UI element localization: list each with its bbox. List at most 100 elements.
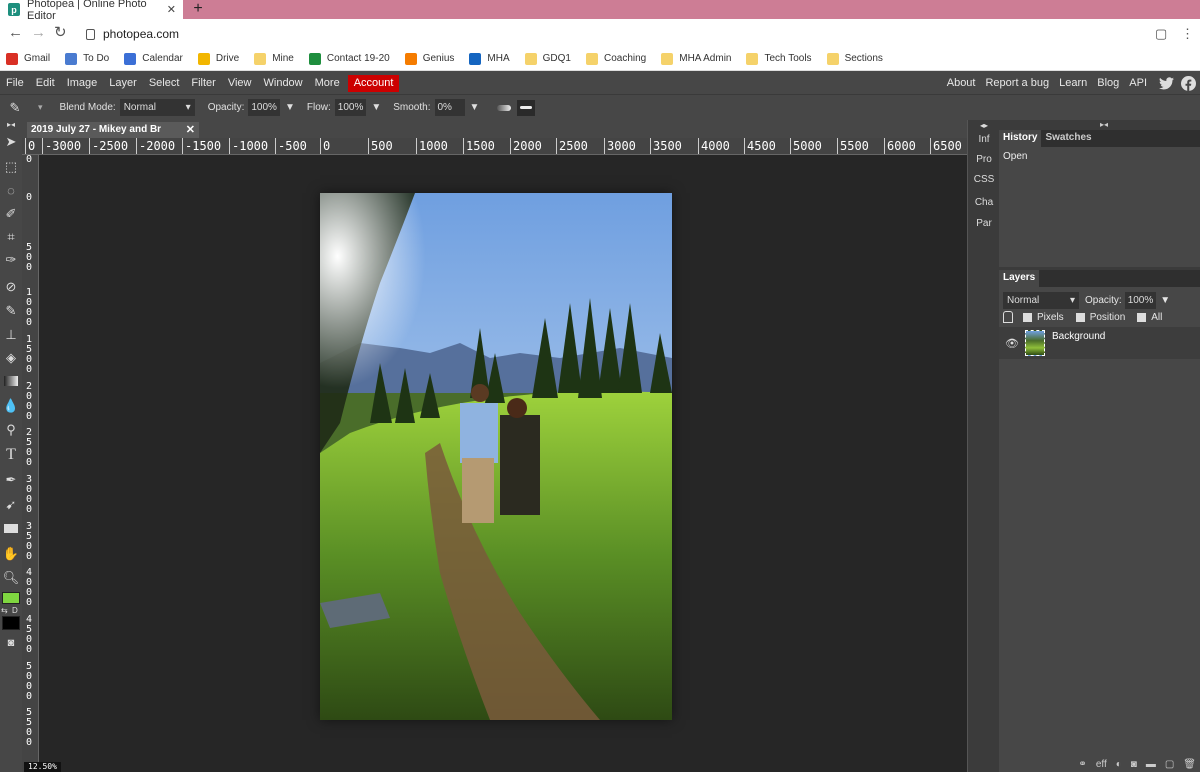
delete-layer-icon[interactable]: 🗑︎ (1183, 759, 1196, 770)
close-tab-icon[interactable]: ✕ (167, 3, 176, 16)
quick-mask-icon[interactable]: ◙ (2, 634, 20, 652)
smooth-dropdown-icon[interactable]: ▼ (470, 102, 480, 113)
stamp-tool-icon[interactable]: ⊥ (2, 326, 20, 344)
mini-panel-info[interactable]: Inf (968, 134, 1000, 145)
bookmark-coaching[interactable]: Coaching (585, 52, 646, 65)
bookmark-calendar[interactable]: Calendar (124, 52, 183, 65)
menu-api[interactable]: API (1124, 75, 1152, 92)
gradient-tool-icon[interactable] (2, 373, 20, 391)
new-group-icon[interactable]: ▬ (1146, 759, 1156, 770)
lasso-tool-icon[interactable]: ◌ (2, 182, 20, 200)
crop-tool-icon[interactable]: ⌗ (2, 228, 20, 246)
pressure-toggle-icon[interactable] (517, 99, 536, 116)
dodge-tool-icon[interactable]: ⚲ (2, 421, 20, 439)
canvas-area[interactable] (39, 155, 967, 772)
quick-select-tool-icon[interactable]: ✐ (2, 205, 20, 223)
mini-panel-character[interactable]: Cha (968, 197, 1000, 208)
background-color-swatch[interactable] (2, 616, 20, 630)
menu-blog[interactable]: Blog (1092, 75, 1124, 92)
eraser-tool-icon[interactable]: ◈ (2, 349, 20, 367)
eyedropper-tool-icon[interactable]: ✑ (2, 251, 20, 269)
collapse-right-panel-icon[interactable]: ▸◂ (1100, 120, 1108, 129)
opacity-dropdown-icon[interactable]: ▼ (285, 102, 295, 113)
close-document-icon[interactable]: ✕ (186, 122, 195, 138)
lock-pixels-checkbox[interactable] (1023, 312, 1032, 322)
menu-window[interactable]: Window (258, 75, 309, 92)
adjustment-layer-icon[interactable]: ◐ (1116, 759, 1122, 770)
bookmark-contact-19-20[interactable]: Contact 19-20 (308, 52, 390, 65)
tab-history[interactable]: History (999, 130, 1042, 147)
zoom-tool-icon[interactable]: 🔍︎ (2, 569, 20, 587)
twitter-icon[interactable] (1158, 76, 1174, 92)
visibility-eye-icon[interactable]: 👁︎ (1005, 337, 1019, 350)
bookmark-drive[interactable]: Drive (197, 52, 239, 65)
tab-swatches[interactable]: Swatches (1041, 130, 1095, 147)
layer-opacity-input[interactable]: 100% (1124, 292, 1157, 309)
foreground-color-swatch[interactable] (2, 592, 20, 604)
path-select-tool-icon[interactable]: ➹ (2, 496, 20, 514)
bookmark-gmail[interactable]: Gmail (6, 52, 50, 65)
default-colors-icon[interactable]: D (12, 606, 18, 615)
tab-layers[interactable]: Layers (999, 270, 1040, 287)
opacity-input[interactable]: 100% (248, 99, 280, 116)
bookmark-mha[interactable]: MHA (469, 52, 510, 65)
menu-more[interactable]: More (309, 75, 346, 92)
menu-select[interactable]: Select (143, 75, 186, 92)
bookmark-to-do[interactable]: To Do (65, 52, 109, 65)
menu-filter[interactable]: Filter (185, 75, 221, 92)
account-button[interactable]: Account (347, 74, 400, 92)
flow-dropdown-icon[interactable]: ▼ (371, 102, 381, 113)
facebook-icon[interactable] (1180, 76, 1196, 92)
bookmark-mine[interactable]: Mine (254, 52, 294, 65)
move-tool-icon[interactable]: ➤ (2, 133, 20, 151)
brush-tool-icon[interactable]: ✎ (2, 302, 20, 320)
menu-edit[interactable]: Edit (30, 75, 61, 92)
lock-position-checkbox[interactable] (1075, 312, 1085, 322)
type-tool-icon[interactable]: T (2, 446, 20, 464)
blur-tool-icon[interactable]: 💧 (2, 397, 20, 415)
browser-tab[interactable]: p Photopea | Online Photo Editor ✕ (0, 0, 183, 22)
marquee-tool-icon[interactable]: ⬚ (2, 158, 20, 176)
url-field[interactable]: photopea.com (86, 27, 179, 41)
layer-effects-icon[interactable]: eff (1096, 759, 1107, 770)
bookmark-mha-admin[interactable]: MHA Admin (661, 52, 731, 65)
flow-input[interactable]: 100% (334, 99, 367, 116)
document-tab[interactable]: 2019 July 27 - Mikey and Br ✕ (27, 122, 199, 138)
layer-blend-select[interactable]: Normal ▾ (1003, 292, 1079, 309)
healing-tool-icon[interactable]: ⊘ (2, 278, 20, 296)
save-page-icon[interactable]: ▢ (1155, 26, 1167, 42)
layer-row-background[interactable]: 👁︎ Background (999, 327, 1200, 359)
brush-preset-icon[interactable]: ✎ (6, 99, 24, 117)
mini-panel-css[interactable]: CSS (968, 174, 1000, 185)
blend-mode-select[interactable]: Normal ▾ (119, 99, 195, 116)
layer-mask-icon[interactable]: ◙ (1131, 759, 1137, 770)
menu-view[interactable]: View (222, 75, 258, 92)
menu-file[interactable]: File (0, 75, 30, 92)
mini-panel-properties[interactable]: Pro (968, 154, 1000, 165)
new-layer-icon[interactable]: ▢ (1165, 759, 1174, 770)
collapse-toolbar-icon[interactable]: ▸◂ (2, 120, 20, 130)
zoom-level[interactable]: 12.50% (24, 762, 61, 772)
mini-panel-paragraph[interactable]: Par (968, 218, 1000, 229)
menu-layer[interactable]: Layer (103, 75, 143, 92)
bookmark-gdq1[interactable]: GDQ1 (524, 52, 571, 65)
bookmark-genius[interactable]: Genius (404, 52, 454, 65)
link-layers-icon[interactable]: ⚭ (1078, 759, 1086, 770)
history-item-open[interactable]: Open (999, 147, 1200, 166)
bookmark-tech-tools[interactable]: Tech Tools (746, 52, 812, 65)
menu-about[interactable]: About (942, 75, 981, 92)
airbrush-toggle-icon[interactable] (497, 104, 512, 111)
expand-panels-icon[interactable]: ◂▸ (968, 121, 1000, 130)
reload-icon[interactable]: ↻ (54, 25, 67, 40)
new-tab-button[interactable]: + (190, 0, 206, 19)
pen-tool-icon[interactable]: ✒ (2, 471, 20, 489)
lock-all-checkbox[interactable] (1137, 312, 1147, 322)
layer-opacity-dropdown-icon[interactable]: ▼ (1160, 295, 1170, 306)
shape-tool-icon[interactable] (2, 520, 20, 538)
document-photo[interactable] (320, 193, 672, 720)
forward-icon[interactable]: → (31, 25, 46, 40)
layer-name[interactable]: Background (1052, 331, 1105, 342)
swap-colors-icon[interactable]: ⇆ (1, 606, 9, 615)
brush-dropdown-icon[interactable]: ▾ (38, 102, 43, 113)
smooth-input[interactable]: 0% (434, 99, 465, 116)
